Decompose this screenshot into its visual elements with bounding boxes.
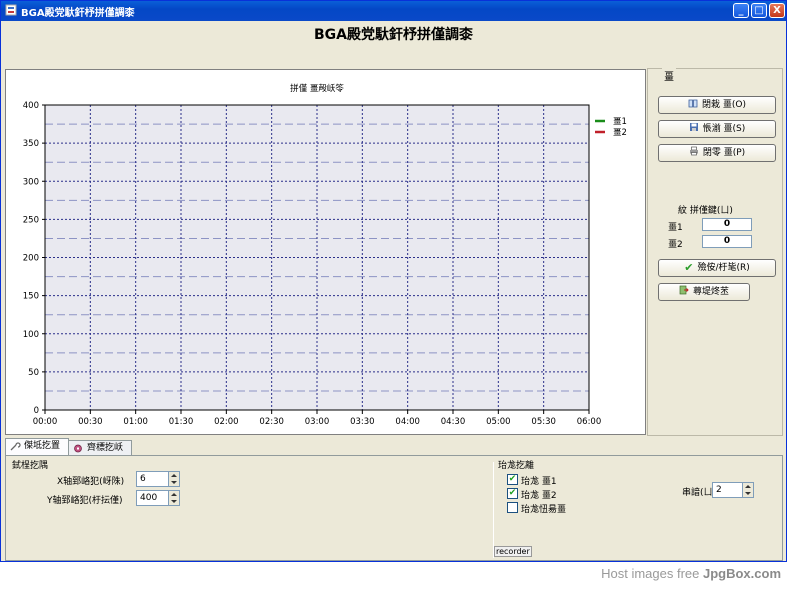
curve-settings-group: 珆尨扢離 ✔ 珆尨 畺1 ✔ 珆尨 畺2 珆尨忸昜畺 串諳(ㄩ) 2 recor…: [493, 461, 780, 558]
x-tick-label: 01:00: [123, 417, 148, 427]
watermark-brand: JpgBox.com: [702, 566, 781, 581]
close-button[interactable]: X: [769, 3, 785, 18]
y-tick-label: 150: [23, 292, 39, 302]
x-axis-spinner-arrows[interactable]: [168, 472, 179, 486]
y-axis-spinner-arrows[interactable]: [168, 491, 179, 505]
show-curve1-checkbox[interactable]: ✔: [507, 474, 518, 485]
watermark: Host images free JpgBox.com: [601, 566, 781, 581]
x-tick-label: 01:30: [169, 417, 194, 427]
y-tick-label: 400: [23, 101, 39, 111]
legend-label: 畺2: [613, 128, 627, 138]
print-curve-label: 閉零 畺(P): [702, 148, 746, 158]
y-axis-label: Y轴郅峈犯(杅抎僅): [47, 496, 123, 506]
readout-value-1: 0: [702, 218, 752, 231]
port-spinner-arrows[interactable]: [742, 483, 753, 497]
tab-settings-label: 傑坻扢置: [24, 441, 61, 451]
tab-params-label: 齊標扢岆: [87, 443, 124, 453]
y-tick-label: 300: [23, 177, 39, 187]
maximize-icon: □: [754, 5, 764, 16]
chart-panel: 0 50 100 150 200 250 300 350 400 00:00 00:30 01:00 0…: [5, 69, 646, 435]
curve-settings-title: 珆尨扢離: [498, 461, 535, 471]
close-icon: X: [773, 5, 781, 16]
y-tick-label: 200: [23, 254, 39, 264]
y-tick-label: 250: [23, 215, 39, 225]
tab-settings[interactable]: 傑坻扢置: [5, 438, 69, 455]
x-axis-input[interactable]: 6: [136, 471, 180, 487]
y-axis-value: 400: [140, 493, 158, 503]
x-tick-label: 04:00: [395, 417, 420, 427]
window-title: BGA殿党馱釬杼拼僅調桼: [21, 8, 135, 19]
open-curve-button[interactable]: 閉栽 畺(O): [658, 96, 776, 114]
settings-panel: 鉽桯扢隅 X轴郅峈犯(岈陎) 6 Y轴郅峈犯(杅抎僅) 400 珆尨扢離 ✔ 珆…: [5, 455, 783, 561]
right-panel-title: 畺: [662, 68, 676, 83]
app-window: BGA殿党馱釬杼拼僅調桼 _ □ X BGA殿党馱釬杼拼僅調桼 0 50 100 15…: [0, 0, 787, 562]
save-curve-button[interactable]: 悵湔 畺(S): [658, 120, 776, 138]
axis-settings-title: 鉽桯扢隅: [12, 461, 49, 471]
port-value: 2: [716, 485, 722, 495]
readout-value-2: 0: [702, 235, 752, 248]
start-button[interactable]: ✔ 殮侒/杅毞(R): [658, 259, 776, 277]
port-input[interactable]: 2: [712, 482, 754, 498]
readout-label-2: 畺2: [668, 240, 683, 250]
printer-icon: [689, 146, 698, 156]
y-tick-label: 50: [28, 368, 39, 378]
show-curve2-checkbox[interactable]: ✔: [507, 488, 518, 499]
show-extra-curve-label: 珆尨忸昜畺: [521, 505, 567, 515]
page-title: BGA殿党馱釬杼拼僅調桼: [314, 27, 473, 43]
y-tick-label: 0: [34, 406, 39, 416]
temperature-chart: 0 50 100 150 200 250 300 350 400 00:00 00:30 01:00 0…: [23, 83, 627, 427]
readout-header: 紋 拼僅鍵(ㄩ): [678, 206, 733, 216]
exit-door-icon: [679, 285, 689, 295]
maximize-button[interactable]: □: [751, 3, 767, 18]
x-tick-label: 03:30: [350, 417, 375, 427]
axis-settings-group: 鉽桯扢隅 X轴郅峈犯(岈陎) 6 Y轴郅峈犯(杅抎僅) 400: [9, 461, 493, 558]
x-tick-label: 04:30: [441, 417, 466, 427]
x-axis-value: 6: [140, 474, 146, 484]
save-disk-icon: [689, 123, 698, 131]
show-extra-curve-checkbox[interactable]: [507, 502, 518, 513]
print-curve-button[interactable]: 閉零 畺(P): [658, 144, 776, 162]
open-curve-label: 閉栽 畺(O): [702, 100, 746, 110]
header: BGA殿党馱釬杼拼僅調桼: [1, 21, 786, 66]
y-axis-input[interactable]: 400: [136, 490, 180, 506]
x-tick-label: 03:00: [305, 417, 330, 427]
tool-icon: [74, 444, 82, 453]
open-book-icon: [688, 99, 698, 108]
legend-label: 畺1: [613, 117, 627, 127]
recorder-control[interactable]: recorder: [494, 546, 532, 557]
right-panel: 畺 閉栽 畺(O) 悵湔 畺(S) 閉零 畺(P) 紋 拼僅鍵(ㄩ) 畺1 0 …: [647, 68, 783, 436]
x-tick-label: 06:00: [577, 417, 602, 427]
port-label: 串諳(ㄩ): [682, 488, 717, 498]
exit-button[interactable]: 蕁堤炵苤: [658, 283, 750, 301]
tab-params[interactable]: 齊標扢岆: [68, 440, 132, 455]
x-tick-label: 05:00: [486, 417, 511, 427]
minimize-button[interactable]: _: [733, 3, 749, 18]
x-axis-label: X轴郅峈犯(岈陎): [57, 477, 125, 487]
y-tick-label: 100: [23, 330, 39, 340]
y-tick-label: 350: [23, 139, 39, 149]
wrench-icon: [10, 442, 21, 451]
x-tick-label: 00:30: [78, 417, 103, 427]
app-icon: [5, 4, 17, 16]
start-button-label: 殮侒/杅毞(R): [697, 263, 750, 273]
watermark-prefix: Host images free: [601, 566, 703, 581]
minimize-icon: _: [738, 5, 744, 16]
show-curve2-label: 珆尨 畺2: [521, 491, 557, 501]
checkmark-icon: ✔: [684, 261, 694, 274]
x-tick-label: 00:00: [33, 417, 58, 427]
readout-label-1: 畺1: [668, 223, 683, 233]
title-bar[interactable]: BGA殿党馱釬杼拼僅調桼 _ □ X: [1, 1, 786, 21]
x-tick-label: 02:30: [259, 417, 284, 427]
x-tick-label: 02:00: [214, 417, 239, 427]
save-curve-label: 悵湔 畺(S): [702, 124, 746, 134]
chart-title: 拼僅 畺殸岆笭: [290, 83, 344, 94]
show-curve1-label: 珆尨 畺1: [521, 477, 557, 487]
x-tick-label: 05:30: [531, 417, 556, 427]
exit-button-label: 蕁堤炵苤: [692, 287, 729, 297]
